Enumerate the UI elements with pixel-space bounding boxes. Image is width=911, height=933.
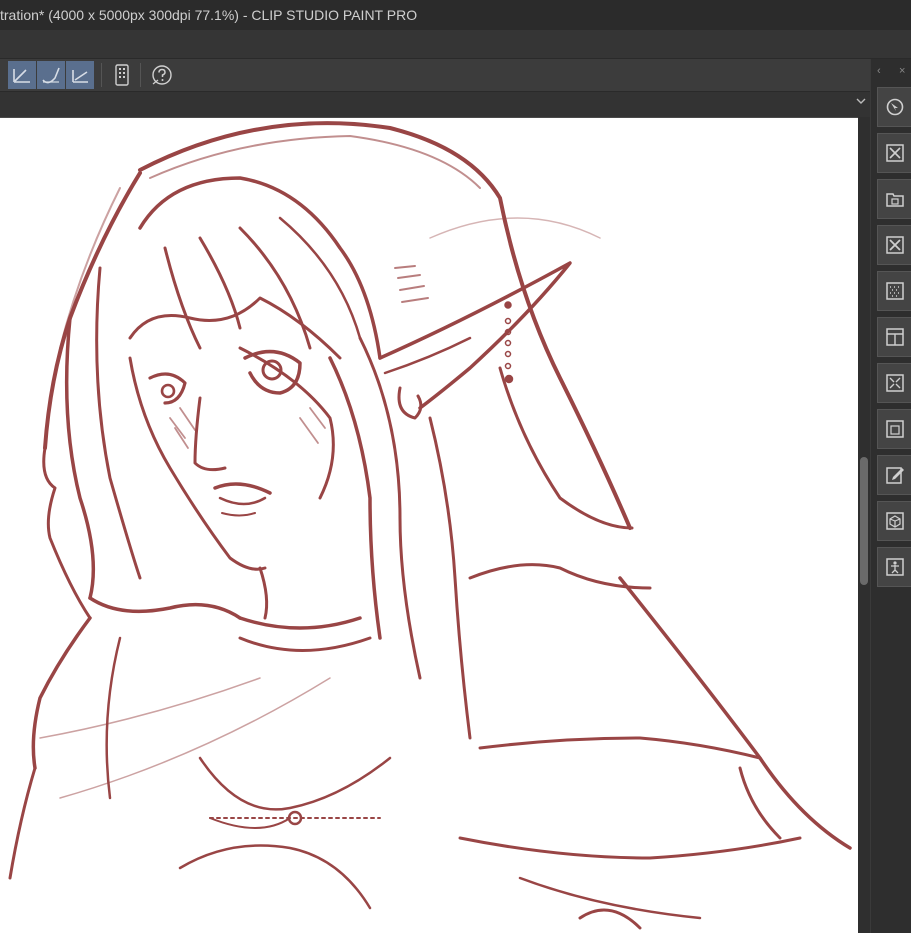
- material-icon: [886, 144, 904, 162]
- toolbar-separator: [101, 63, 102, 87]
- layout-icon: [886, 328, 904, 346]
- image-icon: [886, 420, 904, 438]
- layer-folder-button[interactable]: [877, 179, 911, 219]
- tone-button[interactable]: [877, 271, 911, 311]
- close-panel-icon[interactable]: ×: [899, 65, 905, 77]
- fill-stroke-icon: [42, 67, 60, 84]
- collapse-panel-icon[interactable]: ‹: [877, 65, 881, 77]
- edit-button[interactable]: [877, 455, 911, 495]
- figure-icon: [886, 558, 904, 576]
- fill-stroke-button[interactable]: [37, 61, 65, 89]
- command-bar: [0, 59, 870, 92]
- title-bar: tration* (4000 x 5000px 300dpi 77.1%) - …: [0, 0, 911, 30]
- help-icon: [152, 65, 172, 85]
- device-icon: [115, 64, 129, 86]
- material-button[interactable]: [877, 133, 911, 173]
- fill-reference-icon: [13, 69, 30, 83]
- drawing-canvas[interactable]: [0, 118, 858, 933]
- edit-icon: [886, 467, 904, 484]
- transform-icon: [886, 374, 904, 392]
- 3d-cube-button[interactable]: [877, 501, 911, 541]
- chevron-down-icon[interactable]: [856, 96, 866, 106]
- help-button[interactable]: [148, 61, 176, 89]
- navigator-button[interactable]: [877, 87, 911, 127]
- sketch-artwork: [8, 121, 852, 930]
- scrollbar-thumb[interactable]: [860, 457, 868, 585]
- layout-button[interactable]: [877, 317, 911, 357]
- close-panel-button[interactable]: [877, 225, 911, 265]
- device-button[interactable]: [108, 61, 136, 89]
- window-title: tration* (4000 x 5000px 300dpi 77.1%) - …: [0, 7, 418, 23]
- menu-bar: [0, 30, 911, 59]
- navigator-icon: [886, 98, 904, 116]
- close-panel-icon: [886, 236, 904, 254]
- fill-reference-button[interactable]: [8, 61, 36, 89]
- fill-angle-icon: [72, 70, 88, 83]
- right-side-panel: ‹ ×: [871, 59, 911, 933]
- vertical-scrollbar[interactable]: [858, 117, 870, 933]
- 3d-cube-icon: [886, 512, 904, 530]
- layer-folder-icon: [886, 193, 904, 207]
- canvas-tab-bar: [0, 92, 870, 117]
- transform-button[interactable]: [877, 363, 911, 403]
- toolbar-separator: [140, 63, 141, 87]
- image-button[interactable]: [877, 409, 911, 449]
- tone-icon: [886, 282, 904, 300]
- figure-button[interactable]: [877, 547, 911, 587]
- canvas-area: [0, 117, 870, 933]
- fill-angle-button[interactable]: [66, 61, 94, 89]
